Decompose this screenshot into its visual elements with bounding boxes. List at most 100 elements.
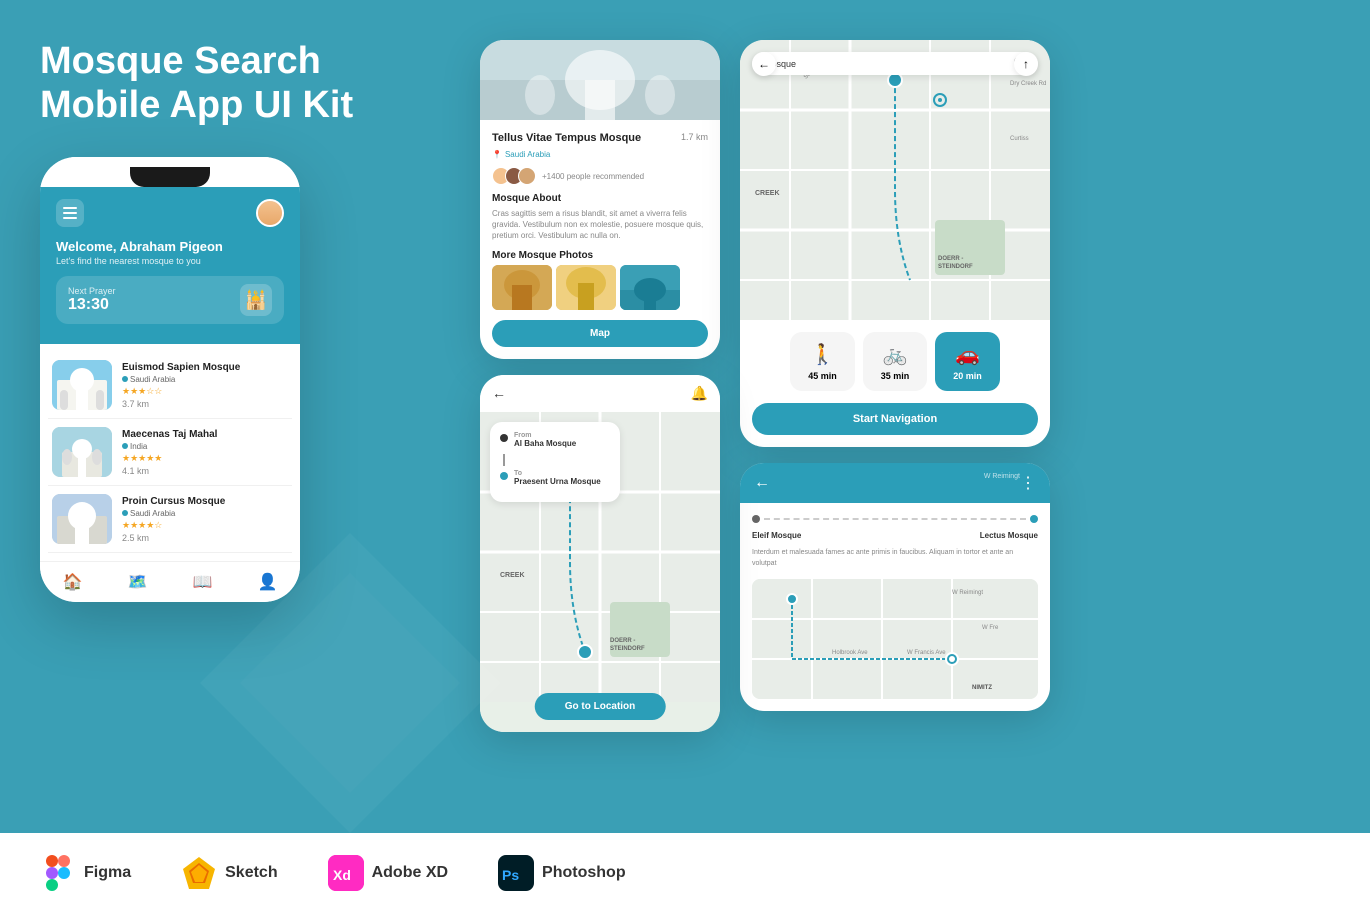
bike-icon: 🚲 — [883, 342, 908, 367]
mosque-stars: ★★★☆☆ — [122, 386, 288, 397]
nav-search-bar[interactable]: Mosque 🔍 — [752, 52, 1038, 75]
detail-card: Tellus Vitae Tempus Mosque 1.7 km 📍 Saud… — [480, 40, 720, 359]
svg-text:Xd: Xd — [333, 867, 351, 883]
svg-text:W Reimingt: W Reimingt — [952, 590, 983, 596]
from-mosque-label: Eleif Mosque — [752, 531, 801, 540]
bg-decoration — [200, 533, 500, 833]
timeline-description: Interdum et malesuada fames ac ante prim… — [752, 548, 1038, 569]
upload-icon[interactable]: ↑ — [1014, 52, 1038, 76]
menu-line — [63, 212, 77, 214]
phone-header-top — [56, 199, 284, 227]
svg-text:Ps: Ps — [502, 867, 519, 883]
start-navigation-button[interactable]: Start Navigation — [752, 403, 1038, 435]
from-icon — [500, 434, 508, 442]
avatar[interactable] — [256, 199, 284, 227]
adobe-xd-tool: Xd Adobe XD — [328, 855, 448, 891]
mosque-name: Euismod Sapien Mosque — [122, 362, 288, 373]
from-to-panel: From Al Baha Mosque To Praesent Urna Mos… — [490, 422, 620, 502]
right-section: CREEK DOERR - STEINDORF Sandplt Rd Dry C… — [740, 40, 1330, 833]
photos-title: More Mosque Photos — [492, 250, 708, 261]
svg-text:W Francis Ave: W Francis Ave — [907, 650, 946, 656]
mosque-name: Maecenas Taj Mahal — [122, 429, 288, 440]
detail-header: Tellus Vitae Tempus Mosque 1.7 km — [492, 132, 708, 144]
title-block: Mosque Search Mobile App UI Kit — [40, 40, 460, 127]
figma-icon — [40, 855, 76, 891]
to-mosque-label: Lectus Mosque — [980, 531, 1038, 540]
go-to-location-button[interactable]: Go to Location — [535, 693, 666, 720]
map-button[interactable]: Map — [492, 320, 708, 347]
recommend-row: +1400 people recommended — [492, 167, 708, 185]
nav-detail-card: CREEK DOERR - STEINDORF Sandplt Rd Dry C… — [740, 40, 1050, 447]
cycling-option[interactable]: 🚲 35 min — [863, 332, 928, 391]
more-options-icon[interactable]: ⋮ — [1020, 473, 1036, 493]
notch — [130, 167, 210, 187]
prayer-time: 13:30 — [68, 296, 116, 314]
middle-section: Tellus Vitae Tempus Mosque 1.7 km 📍 Saud… — [480, 40, 720, 833]
transport-options: 🚶 45 min 🚲 35 min 🚗 20 min — [740, 320, 1050, 403]
mosque-info: Euismod Sapien Mosque Saudi Arabia ★★★☆☆… — [122, 362, 288, 409]
end-dot — [1030, 515, 1038, 523]
car-icon: 🚗 — [955, 342, 980, 367]
menu-line — [63, 207, 77, 209]
mosque-detail-location: 📍 Saudi Arabia — [492, 150, 708, 159]
welcome-sub: Let's find the nearest mosque to you — [56, 256, 284, 266]
map-background: CREEK DOERR - STEINDORF From Al B — [480, 412, 720, 732]
menu-line — [63, 217, 77, 219]
mosque-name: Proin Cursus Mosque — [122, 496, 288, 507]
xd-label: Adobe XD — [372, 864, 448, 882]
location-icon — [122, 510, 128, 516]
route-display — [752, 515, 1038, 523]
svg-text:DOERR -: DOERR - — [610, 638, 635, 644]
home-nav-icon[interactable]: 🏠 — [63, 572, 83, 592]
mosque-distance: 4.1 km — [122, 466, 288, 476]
ps-icon: Ps — [498, 855, 534, 891]
route-labels: Eleif Mosque Lectus Mosque — [752, 531, 1038, 540]
main-area: Mosque Search Mobile App UI Kit — [0, 0, 1370, 833]
detail-content: Tellus Vitae Tempus Mosque 1.7 km 📍 Saud… — [480, 120, 720, 359]
about-text: Cras sagittis sem a risus blandit, sit a… — [492, 208, 708, 242]
route-line — [764, 518, 1026, 520]
timeline-back-icon[interactable]: ← — [754, 474, 770, 492]
phone-notch — [40, 157, 300, 187]
phone-header: Welcome, Abraham Pigeon Let's find the n… — [40, 187, 300, 344]
back-arrow-icon[interactable]: ← — [492, 385, 506, 401]
mosque-detail-distance: 1.7 km — [681, 132, 708, 142]
photo-thumb-1 — [492, 265, 552, 310]
svg-text:DOERR -: DOERR - — [938, 256, 963, 262]
list-item[interactable]: Maecenas Taj Mahal India ★★★★★ 4.1 km — [48, 419, 292, 486]
svg-text:Dry Creek Rd: Dry Creek Rd — [1010, 81, 1046, 87]
menu-icon[interactable] — [56, 199, 84, 227]
bell-icon[interactable]: 🔔 — [691, 385, 708, 402]
sketch-tool: Sketch — [181, 855, 277, 891]
driving-option[interactable]: 🚗 20 min — [935, 332, 1000, 391]
svg-text:Holbrook Ave: Holbrook Ave — [832, 650, 868, 656]
avatar-face — [258, 201, 282, 225]
mosque-distance: 3.7 km — [122, 399, 288, 409]
mosque-stars: ★★★★☆ — [122, 520, 288, 531]
footer: Figma Sketch Xd Adobe XD Ps — [0, 833, 1370, 913]
mosque-thumb-1 — [52, 360, 112, 410]
map-nav-icon[interactable]: 🗺️ — [128, 572, 148, 592]
photo-thumb-2 — [556, 265, 616, 310]
route-connector — [503, 454, 505, 466]
about-title: Mosque About — [492, 193, 708, 204]
car-time: 20 min — [953, 371, 982, 381]
mini-avatar — [518, 167, 536, 185]
figma-tool: Figma — [40, 855, 131, 891]
figma-label: Figma — [84, 864, 131, 882]
walking-option[interactable]: 🚶 45 min — [790, 332, 855, 391]
svg-text:STEINDORF: STEINDORF — [610, 646, 645, 652]
timeline-map: W Reimingt W Fre NIMITZ W Francis Ave Ho… — [752, 579, 1038, 699]
location-icon — [122, 443, 128, 449]
mini-avatars — [492, 167, 536, 185]
mosque-location: India — [122, 442, 288, 451]
mosque-location: Saudi Arabia — [122, 509, 288, 518]
list-item[interactable]: Euismod Sapien Mosque Saudi Arabia ★★★☆☆… — [48, 352, 292, 419]
timeline-content: Eleif Mosque Lectus Mosque Interdum et m… — [740, 503, 1050, 711]
walk-time: 45 min — [808, 371, 837, 381]
sketch-label: Sketch — [225, 864, 277, 882]
page-title: Mosque Search Mobile App UI Kit — [40, 40, 460, 127]
svg-text:Curtiss: Curtiss — [1010, 136, 1029, 142]
walk-icon: 🚶 — [810, 342, 835, 367]
nav-back-button[interactable]: ← — [752, 52, 776, 76]
